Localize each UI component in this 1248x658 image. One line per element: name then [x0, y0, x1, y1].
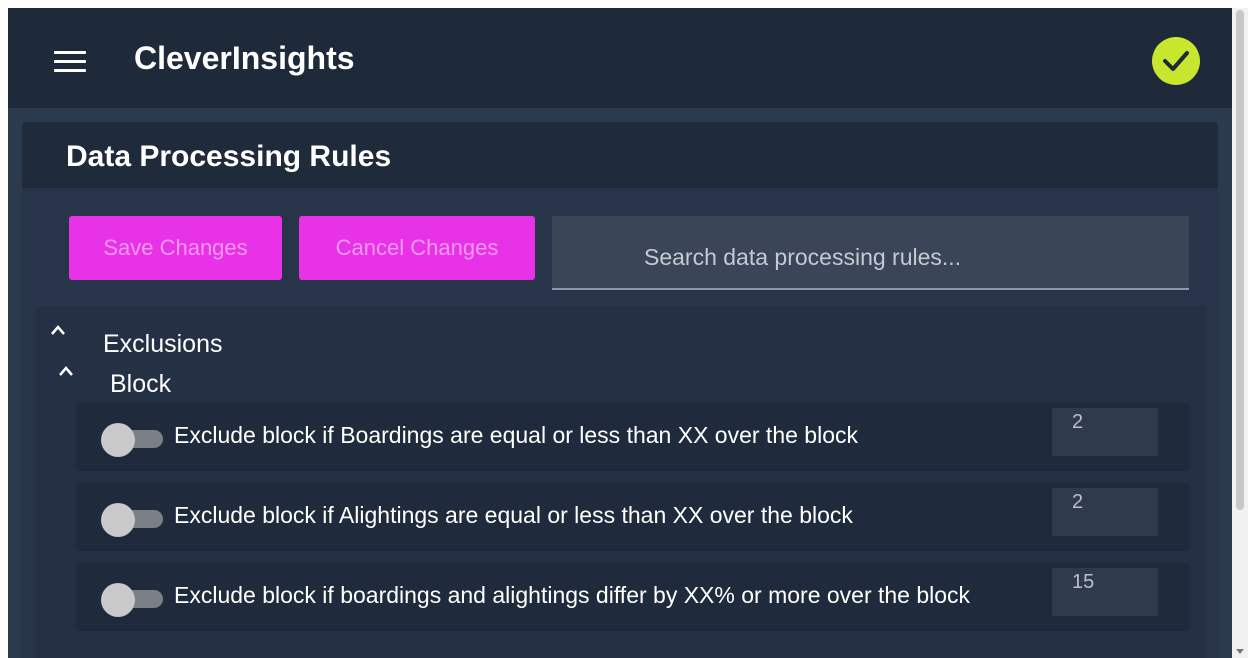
rule-row: Exclude block if Alightings are equal or… [77, 483, 1189, 549]
rule-toggle[interactable] [101, 583, 163, 617]
scroll-down-arrow-icon[interactable] [1236, 649, 1244, 654]
exclusions-group-label[interactable]: Exclusions [103, 330, 223, 359]
hamburger-menu-icon[interactable] [54, 51, 86, 73]
app-window: CleverInsights Data Processing Rules Sav… [8, 8, 1232, 658]
save-changes-button[interactable]: Save Changes [69, 216, 282, 280]
app-title: CleverInsights [134, 40, 355, 76]
rule-value-input[interactable] [1052, 568, 1158, 616]
check-circle-icon [1152, 37, 1200, 85]
card-header: Data Processing Rules [22, 122, 1218, 188]
toggle-knob [101, 503, 135, 537]
search-input[interactable] [552, 216, 1189, 288]
exclusions-collapse-chevron-icon[interactable] [50, 324, 66, 336]
toggle-knob [101, 423, 135, 457]
rule-row: Exclude block if boardings and alighting… [77, 563, 1189, 629]
rules-card: Data Processing Rules Save Changes Cance… [22, 122, 1218, 658]
block-collapse-chevron-icon[interactable] [58, 365, 74, 377]
toggle-knob [101, 583, 135, 617]
scrollbar-thumb[interactable] [1236, 10, 1244, 510]
block-group-label[interactable]: Block [110, 370, 171, 399]
rule-label: Exclude block if Alightings are equal or… [174, 502, 853, 528]
exclusions-section: Exclusions Block Exclude block if Boardi… [36, 306, 1206, 658]
rule-label: Exclude block if Boardings are equal or … [174, 422, 858, 448]
app-bar: CleverInsights [8, 8, 1232, 108]
search-field [552, 216, 1189, 290]
rule-toggle[interactable] [101, 423, 163, 457]
rule-value-input[interactable] [1052, 408, 1158, 456]
rule-value-input[interactable] [1052, 488, 1158, 536]
rule-toggle[interactable] [101, 503, 163, 537]
cancel-changes-button[interactable]: Cancel Changes [299, 216, 535, 280]
vertical-scrollbar[interactable] [1232, 8, 1248, 658]
rule-row: Exclude block if Boardings are equal or … [77, 403, 1189, 469]
page-title: Data Processing Rules [66, 140, 392, 173]
rule-label: Exclude block if boardings and alighting… [174, 582, 971, 608]
